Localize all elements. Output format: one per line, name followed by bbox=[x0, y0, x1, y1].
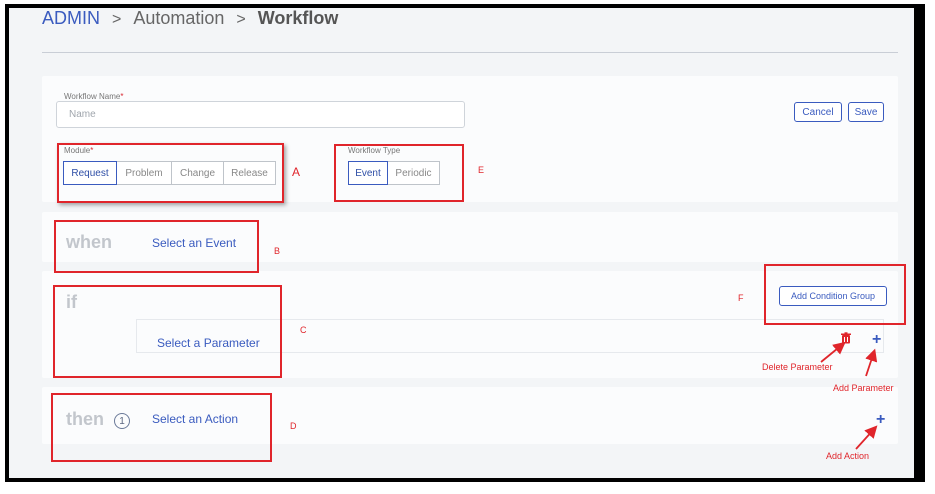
module-option-request[interactable]: Request bbox=[63, 161, 117, 185]
add-action-icon[interactable]: + bbox=[876, 412, 885, 428]
annotation-box-parameter bbox=[53, 285, 282, 378]
cancel-button[interactable]: Cancel bbox=[794, 102, 842, 122]
breadcrumb-separator: > bbox=[236, 11, 246, 28]
annotation-box-condition-group bbox=[764, 264, 906, 325]
annotation-letter-b: B bbox=[274, 246, 281, 256]
annotation-add-parameter: Add Parameter bbox=[833, 383, 894, 393]
workflow-name-label: Workflow Name* bbox=[64, 92, 124, 101]
breadcrumb-workflow: Workflow bbox=[257, 8, 339, 28]
breadcrumb-admin[interactable]: ADMIN bbox=[42, 8, 100, 29]
annotation-letter-d: D bbox=[290, 421, 297, 431]
annotation-add-action: Add Action bbox=[826, 451, 870, 461]
header-divider bbox=[42, 52, 898, 53]
annotation-delete-parameter: Delete Parameter bbox=[762, 362, 833, 372]
breadcrumb: ADMIN > Automation > Workflow bbox=[42, 8, 338, 29]
add-parameter-icon[interactable]: + bbox=[872, 332, 881, 348]
annotation-box-when bbox=[54, 220, 259, 273]
annotation-letter-f: F bbox=[738, 293, 744, 303]
breadcrumb-automation[interactable]: Automation bbox=[133, 8, 224, 29]
annotation-box-action bbox=[51, 393, 272, 462]
annotation-letter-a: A bbox=[292, 165, 301, 179]
annotation-letter-c: C bbox=[300, 325, 307, 335]
breadcrumb-separator: > bbox=[112, 11, 122, 28]
annotation-letter-e: E bbox=[478, 165, 485, 175]
workflow-name-input[interactable] bbox=[56, 101, 465, 128]
window-edge bbox=[914, 4, 925, 482]
save-button[interactable]: Save bbox=[848, 102, 884, 122]
type-option-event[interactable]: Event bbox=[348, 161, 388, 185]
trash-icon[interactable] bbox=[840, 332, 852, 344]
